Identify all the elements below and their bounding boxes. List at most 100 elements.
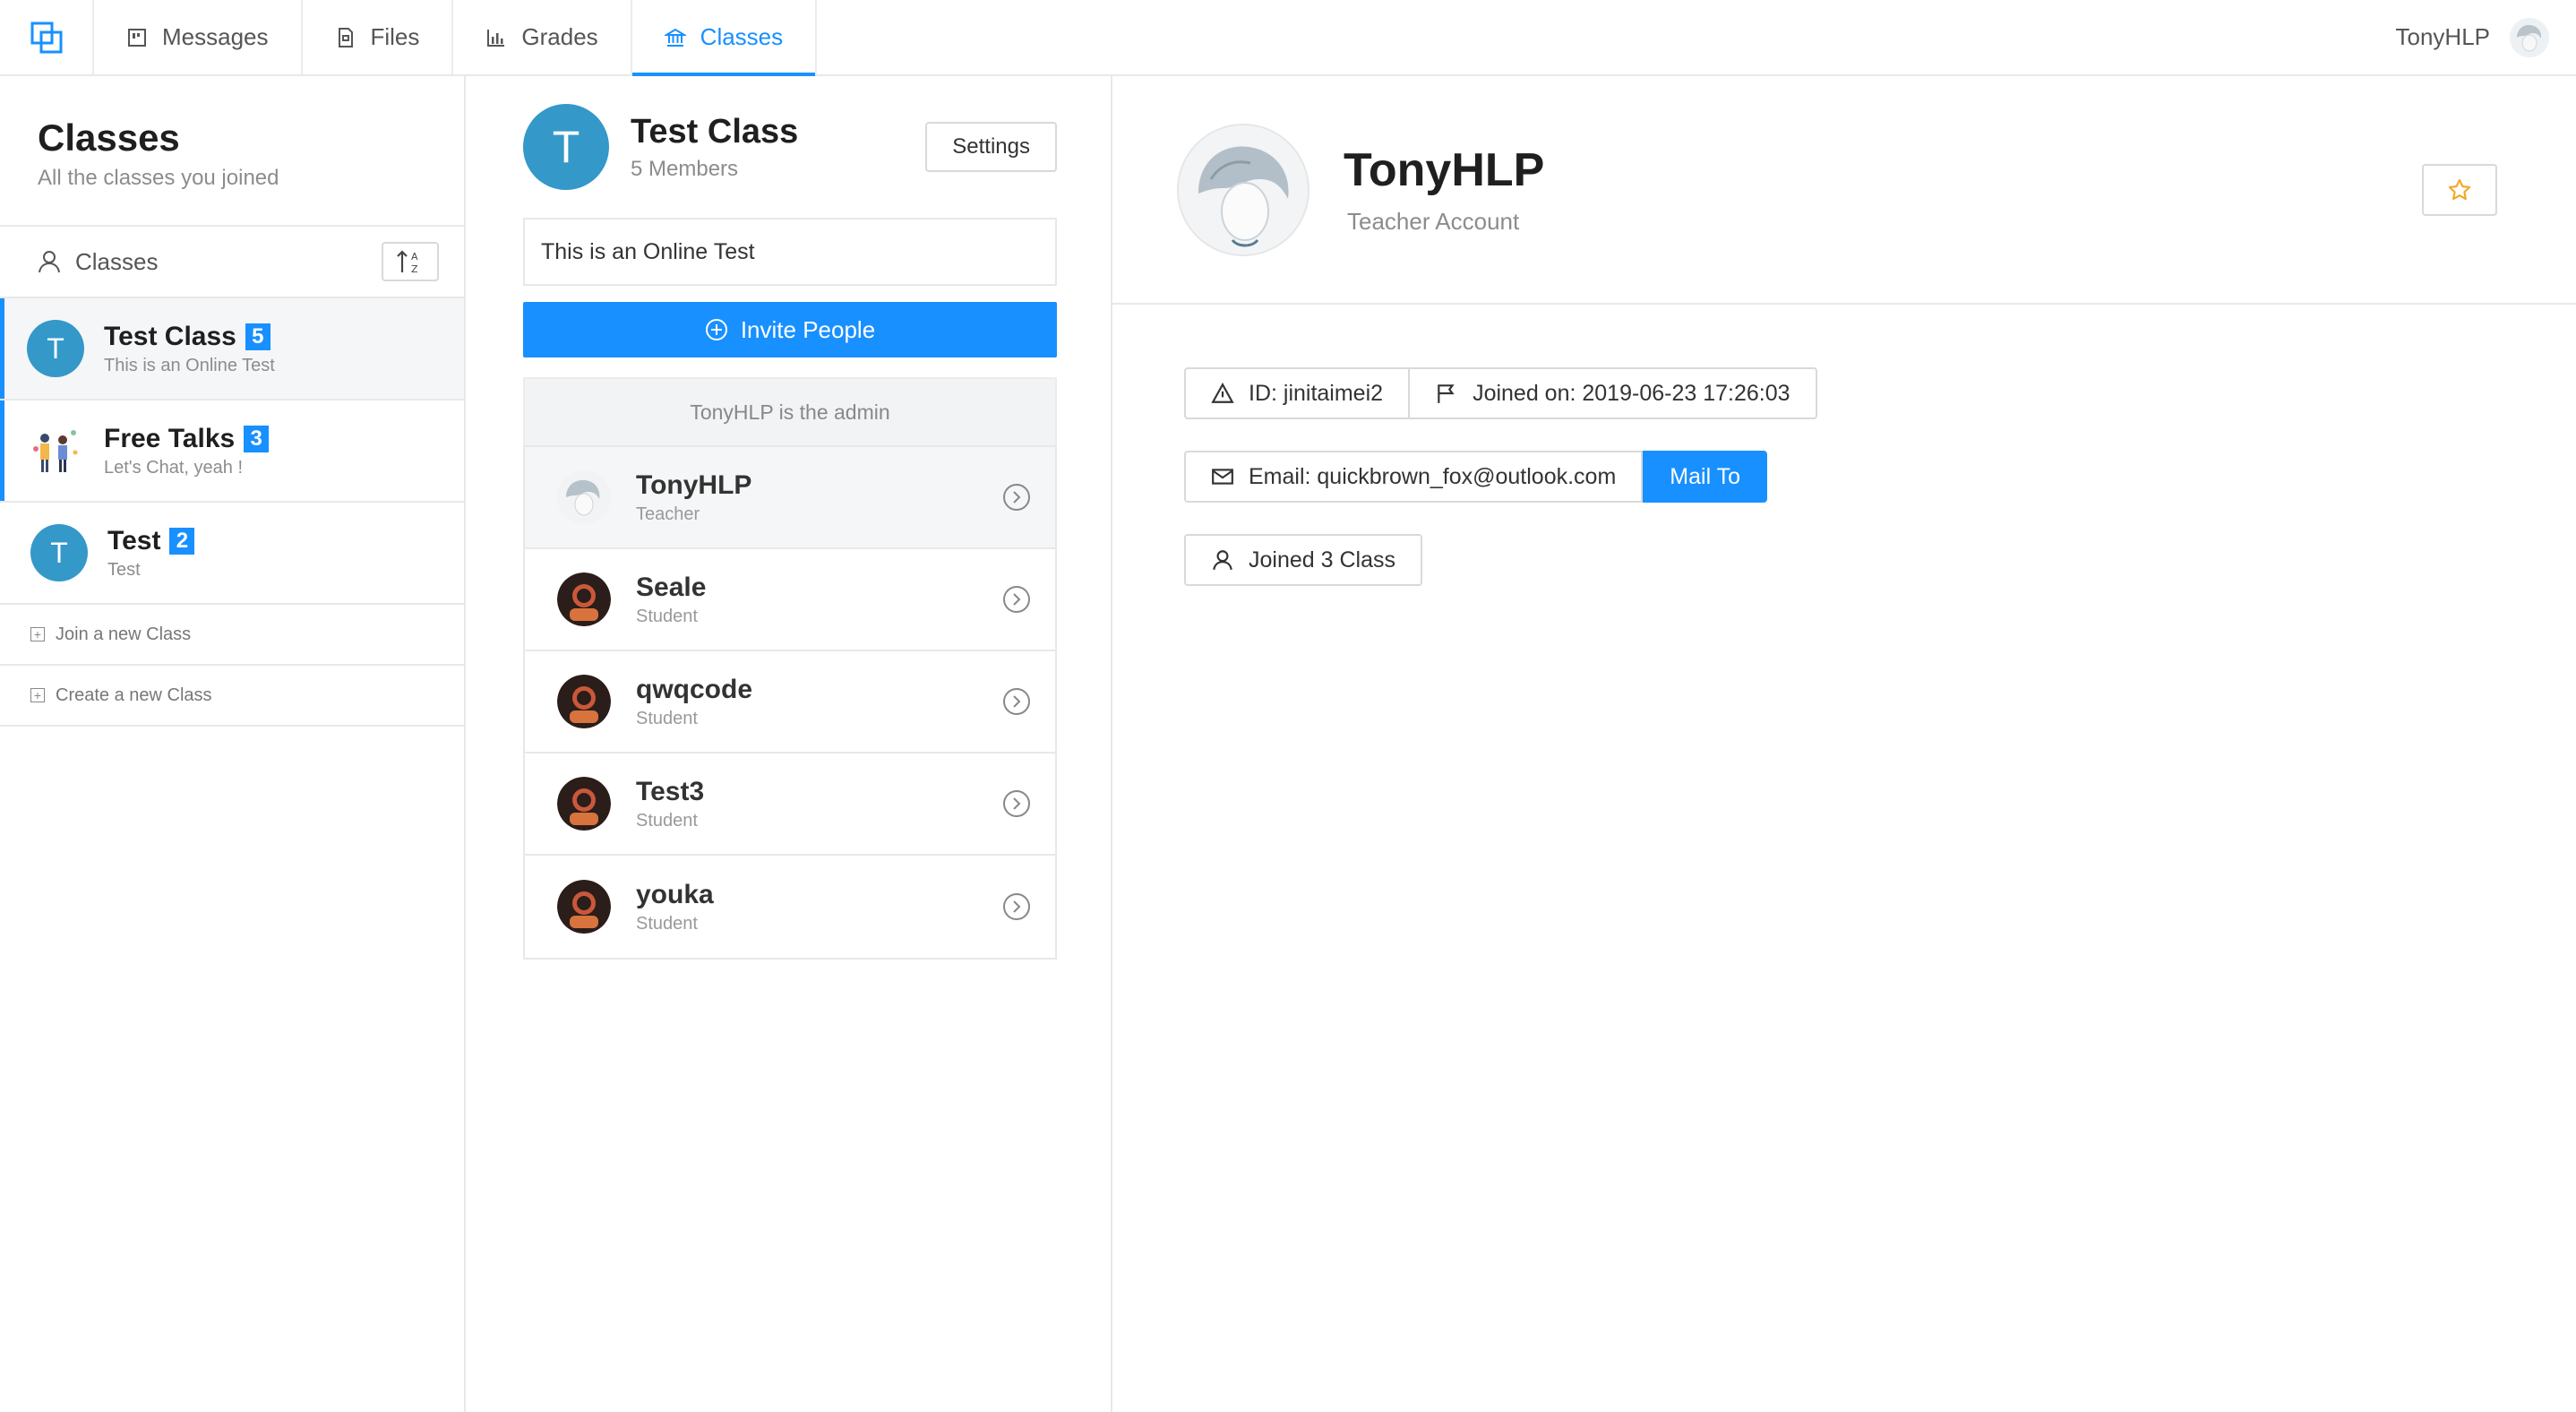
- avatar[interactable]: [2510, 17, 2549, 57]
- tab-classes[interactable]: Classes: [631, 0, 818, 76]
- chevron-right-circle-icon[interactable]: [1001, 584, 1032, 615]
- member-count-badge: 5: [245, 323, 270, 350]
- invite-label: Invite People: [740, 315, 876, 343]
- member-row[interactable]: Seale Student: [525, 549, 1055, 651]
- chevron-right-circle-icon[interactable]: [1001, 686, 1032, 717]
- email-tag: Email: quickbrown_fox@outlook.com: [1184, 451, 1644, 503]
- member-list: TonyHLP Teacher Seale Student qwqcode St…: [523, 445, 1057, 960]
- tab-messages[interactable]: Messages: [94, 0, 303, 74]
- tab-grades[interactable]: Grades: [453, 0, 632, 74]
- class-item-test-class[interactable]: T Test Class 5 This is an Online Test: [0, 298, 464, 400]
- member-row[interactable]: Test3 Student: [525, 753, 1055, 856]
- tab-label: Classes: [700, 23, 784, 50]
- user-id: ID: jinitaimei2: [1249, 380, 1384, 406]
- user-menu[interactable]: TonyHLP: [2396, 0, 2576, 74]
- create-class-link[interactable]: + Create a new Class: [0, 666, 464, 727]
- email-address: Email: quickbrown_fox@outlook.com: [1249, 463, 1617, 489]
- toolbar-label: Classes: [75, 247, 159, 275]
- profile-meta-row: ID: jinitaimei2 Joined on: 2019-06-23 17…: [1184, 367, 1817, 419]
- plus-square-icon: +: [30, 688, 45, 702]
- tab-label: Files: [370, 23, 420, 50]
- account-type: Teacher Account: [1347, 208, 1520, 235]
- tab-label: Grades: [521, 23, 598, 50]
- star-icon: [2448, 178, 2471, 200]
- members-count: 5 Members: [631, 156, 739, 181]
- member-name: TonyHLP: [636, 469, 752, 500]
- tab-label: Messages: [162, 23, 269, 50]
- member-row[interactable]: qwqcode Student: [525, 651, 1055, 753]
- email-row: Email: quickbrown_fox@outlook.com Mail T…: [1184, 451, 1768, 503]
- member-role: Student: [636, 913, 698, 934]
- avatar: [557, 675, 611, 728]
- class-description: This is an Online Test: [104, 355, 275, 375]
- settings-button[interactable]: Settings: [925, 122, 1057, 172]
- classes-toolbar: Classes AZ: [0, 227, 464, 298]
- svg-text:Z: Z: [411, 263, 418, 275]
- svg-text:A: A: [411, 251, 418, 263]
- sort-button[interactable]: AZ: [382, 242, 439, 281]
- favorite-button[interactable]: [2422, 163, 2497, 216]
- member-role: Teacher: [636, 504, 700, 524]
- page-subtitle: All the classes you joined: [38, 166, 279, 191]
- member-name: Seale: [636, 572, 707, 602]
- member-role: Student: [636, 708, 698, 728]
- warning-triangle-icon: [1211, 383, 1234, 403]
- classes-sidebar: Classes All the classes you joined Class…: [0, 76, 466, 1412]
- sidebar-header: Classes All the classes you joined: [0, 76, 464, 227]
- chevron-right-circle-icon[interactable]: [1001, 891, 1032, 922]
- plus-square-icon: +: [30, 627, 45, 641]
- class-avatar: T: [27, 320, 84, 377]
- member-count-badge: 2: [169, 527, 195, 555]
- user-icon: [39, 251, 60, 273]
- profile-panel: TonyHLP Teacher Account ID: jinitaimei2 …: [1112, 76, 2576, 1412]
- member-row[interactable]: youka Student: [525, 856, 1055, 958]
- mail-icon: [1212, 469, 1233, 485]
- bank-icon: [664, 28, 686, 47]
- user-icon: [1213, 550, 1232, 571]
- joined-date-tag: Joined on: 2019-06-23 17:26:03: [1408, 367, 1817, 419]
- joined-classes-tag[interactable]: Joined 3 Class: [1184, 534, 1422, 586]
- class-avatar: T: [30, 524, 88, 581]
- sort-alpha-icon: AZ: [397, 250, 418, 275]
- avatar: [1177, 123, 1309, 256]
- member-role: Student: [636, 810, 698, 831]
- top-navigation: Messages Files Grades Classes TonyHLP: [0, 0, 2576, 76]
- class-avatar: T: [523, 104, 609, 190]
- create-class-label: Create a new Class: [56, 684, 212, 705]
- member-name: Test3: [636, 776, 705, 806]
- profile-name: TonyHLP: [1344, 144, 1545, 196]
- class-description: Test: [107, 559, 141, 580]
- bar-chart-icon: [487, 29, 505, 47]
- chevron-right-circle-icon[interactable]: [1001, 788, 1032, 819]
- class-name: Test: [107, 525, 161, 555]
- member-name: qwqcode: [636, 674, 753, 704]
- class-name: Free Talks: [104, 423, 236, 453]
- member-name: youka: [636, 879, 714, 909]
- avatar: [557, 880, 611, 934]
- username: TonyHLP: [2395, 23, 2491, 50]
- mail-to-button[interactable]: Mail To: [1643, 451, 1768, 503]
- joined-classes-count: Joined 3 Class: [1249, 547, 1395, 573]
- app-logo-icon[interactable]: [0, 0, 94, 74]
- member-row[interactable]: TonyHLP Teacher: [525, 447, 1055, 549]
- admin-note: TonyHLP is the admin: [523, 377, 1057, 445]
- avatar: [557, 470, 611, 524]
- class-description: Let's Chat, yeah !: [104, 457, 244, 478]
- user-id-tag: ID: jinitaimei2: [1184, 367, 1411, 419]
- tab-files[interactable]: Files: [303, 0, 454, 74]
- class-item-free-talks[interactable]: Free Talks 3 Let's Chat, yeah !: [0, 400, 464, 503]
- joined-date: Joined on: 2019-06-23 17:26:03: [1473, 380, 1790, 406]
- class-name: Test Class: [104, 321, 236, 351]
- avatar: [557, 573, 611, 626]
- class-detail-panel: T Test Class 5 Members Settings This is …: [466, 76, 1112, 1412]
- chevron-right-circle-icon[interactable]: [1001, 482, 1032, 512]
- profile-header: TonyHLP Teacher Account: [1112, 76, 2576, 305]
- invite-people-button[interactable]: Invite People: [523, 302, 1057, 357]
- class-title: Test Class: [631, 112, 799, 151]
- join-class-link[interactable]: + Join a new Class: [0, 605, 464, 666]
- member-count-badge: 3: [244, 425, 270, 452]
- classes-row: Joined 3 Class: [1184, 534, 1422, 586]
- class-item-test[interactable]: T Test 2 Test: [0, 503, 464, 605]
- files-icon: [338, 27, 353, 47]
- plus-circle-icon: [705, 319, 727, 340]
